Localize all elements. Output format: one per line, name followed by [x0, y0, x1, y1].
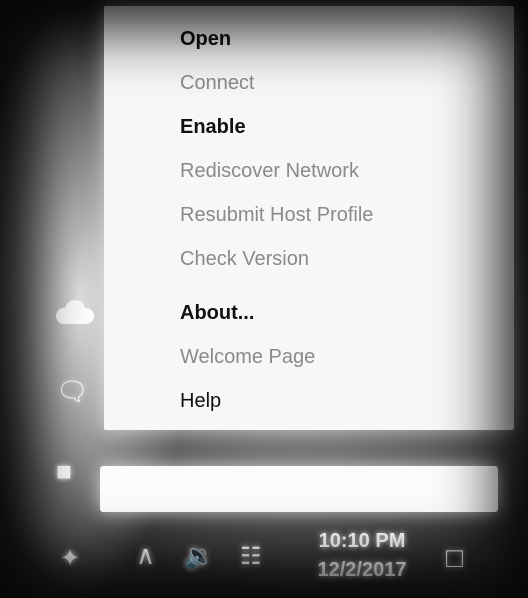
- wifi-icon[interactable]: ☷: [240, 542, 262, 571]
- chevron-up-icon[interactable]: ∧: [136, 540, 155, 571]
- taskbar-glare: [100, 466, 498, 512]
- network-app-tray-icon[interactable]: ✦: [60, 544, 80, 573]
- tray-context-menu: Open Connect Enable Rediscover Network R…: [104, 6, 514, 430]
- menu-item-connect: Connect: [180, 72, 255, 94]
- menu-item-open[interactable]: Open: [180, 28, 231, 51]
- taskbar-clock[interactable]: 10:10 PM 12/2/2017: [296, 530, 428, 582]
- menu-item-enable[interactable]: Enable: [180, 116, 246, 139]
- menu-item-help[interactable]: Help: [180, 390, 221, 413]
- menu-item-resubmit-host-profile: Resubmit Host Profile: [180, 204, 374, 226]
- message-icon[interactable]: ■: [56, 456, 72, 487]
- volume-icon[interactable]: 🔉: [184, 542, 214, 571]
- menu-item-welcome-page: Welcome Page: [180, 346, 316, 368]
- cloud-icon[interactable]: [56, 300, 94, 324]
- menu-item-about[interactable]: About...: [180, 302, 254, 325]
- menu-item-rediscover-network: Rediscover Network: [180, 160, 359, 182]
- chat-icon[interactable]: 🗨: [56, 376, 89, 407]
- menu-item-check-version: Check Version: [180, 248, 309, 270]
- notification-icon[interactable]: □: [446, 542, 463, 574]
- clock-time: 10:10 PM: [318, 530, 406, 552]
- clock-date: 12/2/2017: [317, 559, 407, 581]
